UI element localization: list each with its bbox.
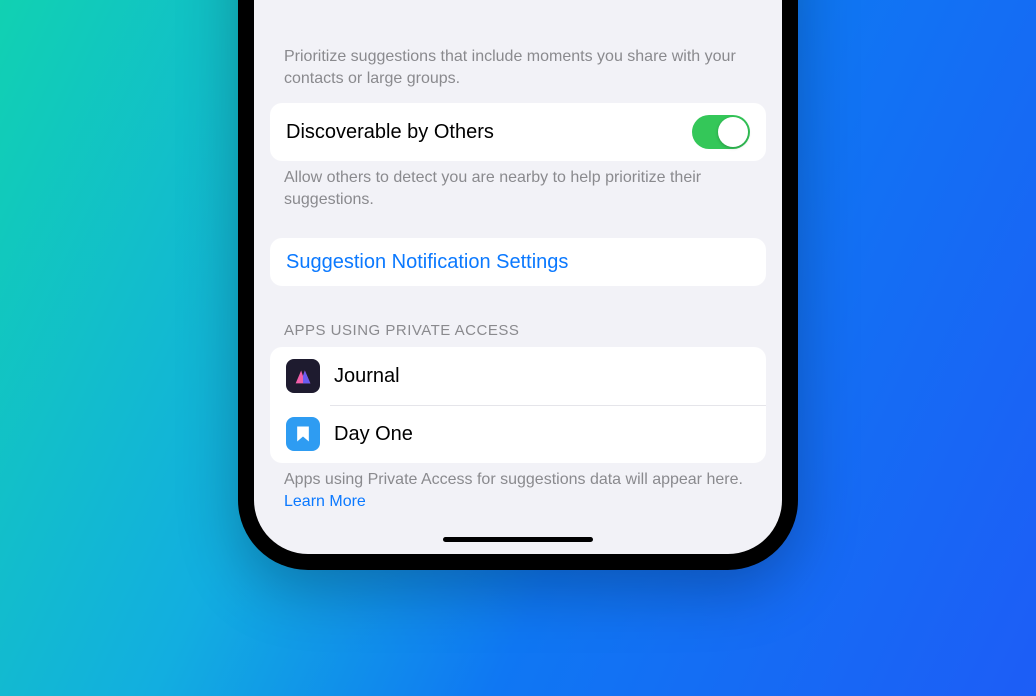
suggestion-notification-settings-label: Suggestion Notification Settings — [286, 251, 568, 274]
discoverable-group: Discoverable by Others — [270, 103, 766, 161]
notification-settings-group: Suggestion Notification Settings — [270, 238, 766, 286]
settings-scroll-content[interactable]: Prioritize suggestions that include mome… — [254, 0, 782, 554]
discoverable-toggle[interactable] — [692, 115, 750, 149]
apps-using-private-access-section: APPS USING PRIVATE ACCESS Journal — [270, 322, 766, 526]
dayone-app-icon — [286, 417, 320, 451]
app-row-journal[interactable]: Journal — [270, 347, 766, 405]
app-label: Day One — [334, 423, 750, 446]
learn-more-link[interactable]: Learn More — [284, 493, 366, 510]
iphone-screen: Prioritize suggestions that include mome… — [254, 0, 782, 554]
journal-app-icon — [286, 359, 320, 393]
apps-section-footer: Apps using Private Access for suggestion… — [270, 463, 766, 526]
gradient-background: Prioritize suggestions that include mome… — [0, 0, 1036, 696]
discoverable-by-others-row[interactable]: Discoverable by Others — [270, 103, 766, 161]
discoverable-label: Discoverable by Others — [286, 121, 692, 144]
suggestion-notification-settings-row[interactable]: Suggestion Notification Settings — [270, 238, 766, 286]
apps-list: Journal Day One — [270, 347, 766, 463]
apps-footer-text: Apps using Private Access for suggestion… — [284, 471, 743, 488]
toggle-knob — [718, 117, 748, 147]
prioritize-suggestions-caption: Prioritize suggestions that include mome… — [270, 0, 766, 103]
apps-section-header: APPS USING PRIVATE ACCESS — [270, 322, 766, 347]
iphone-frame: Prioritize suggestions that include mome… — [238, 0, 798, 570]
home-indicator[interactable] — [443, 537, 593, 542]
app-label: Journal — [334, 365, 750, 388]
discoverable-caption: Allow others to detect you are nearby to… — [270, 161, 766, 224]
app-row-dayone[interactable]: Day One — [270, 405, 766, 463]
